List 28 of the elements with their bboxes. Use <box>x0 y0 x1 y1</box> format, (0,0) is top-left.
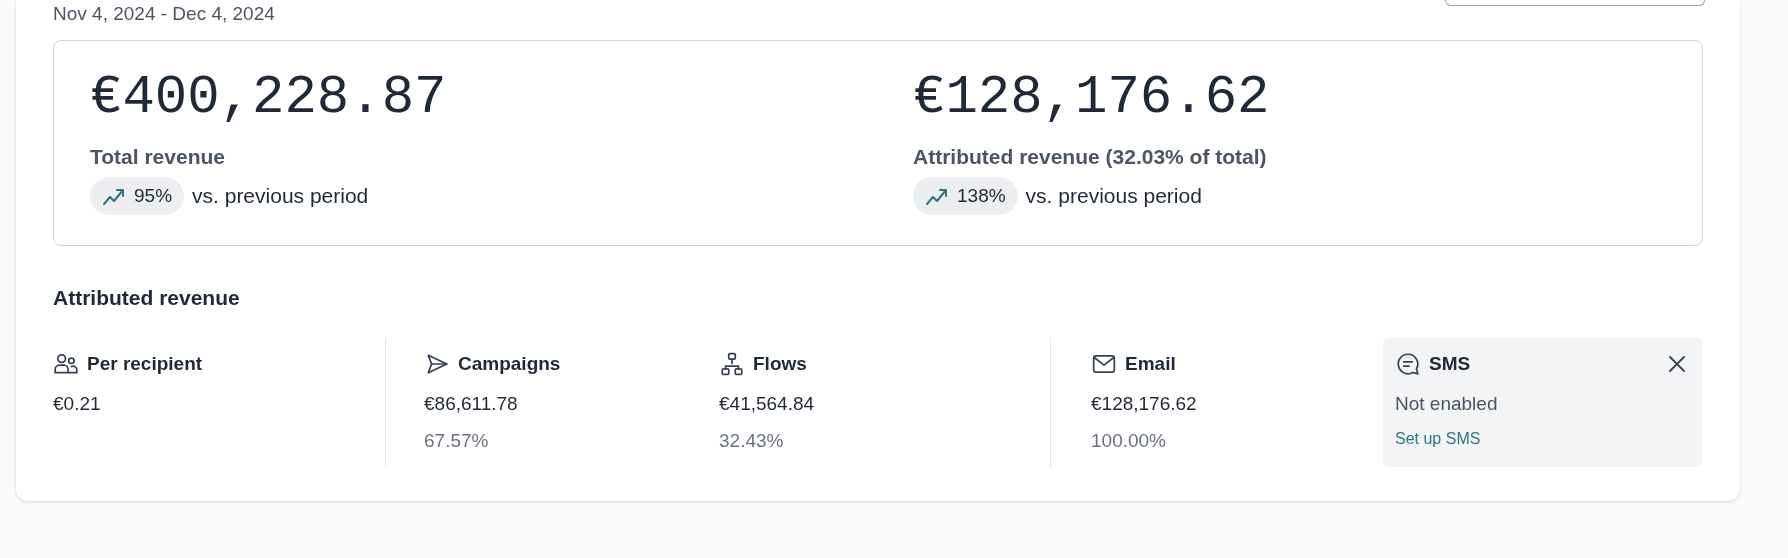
revenue-label: Total revenue <box>90 144 226 170</box>
change-badge: 95% <box>90 176 185 215</box>
metric-share: 32.43% <box>719 428 785 453</box>
comparison-text: vs. previous period <box>192 183 369 209</box>
revenue-amount: €400,228.87 <box>90 71 448 125</box>
chat-bubble-icon <box>1395 350 1421 377</box>
metric-title: Flows <box>753 351 807 376</box>
setup-sms-link[interactable]: Set up SMS <box>1395 426 1691 451</box>
revenue-amount: €128,176.62 <box>913 71 1271 125</box>
sms-title: SMS <box>1429 351 1471 376</box>
sms-status: Not enabled <box>1395 392 1499 416</box>
metric-share: 67.57% <box>424 428 490 453</box>
metric-value: €128,176.62 <box>1091 392 1198 416</box>
date-range: Nov 4, 2024 - Dec 4, 2024 <box>53 4 275 23</box>
change-badge: 138% <box>913 176 1018 215</box>
close-button[interactable] <box>1667 353 1687 374</box>
section-title: Attributed revenue <box>53 285 241 311</box>
metric-value: €0.21 <box>53 392 102 416</box>
revenue-label: Attributed revenue (32.03% of total) <box>913 144 1268 170</box>
metric-title: Email <box>1125 351 1176 376</box>
metric-title: Per recipient <box>87 351 203 376</box>
metric-title: Campaigns <box>458 351 561 376</box>
metric-share: 100.00% <box>1091 428 1167 453</box>
metric-value: €41,564.84 <box>719 392 816 416</box>
flow-icon <box>719 350 745 377</box>
close-icon <box>1667 353 1687 374</box>
metric-value: €86,611.78 <box>424 392 519 416</box>
comparison-text: vs. previous period <box>1025 183 1202 209</box>
